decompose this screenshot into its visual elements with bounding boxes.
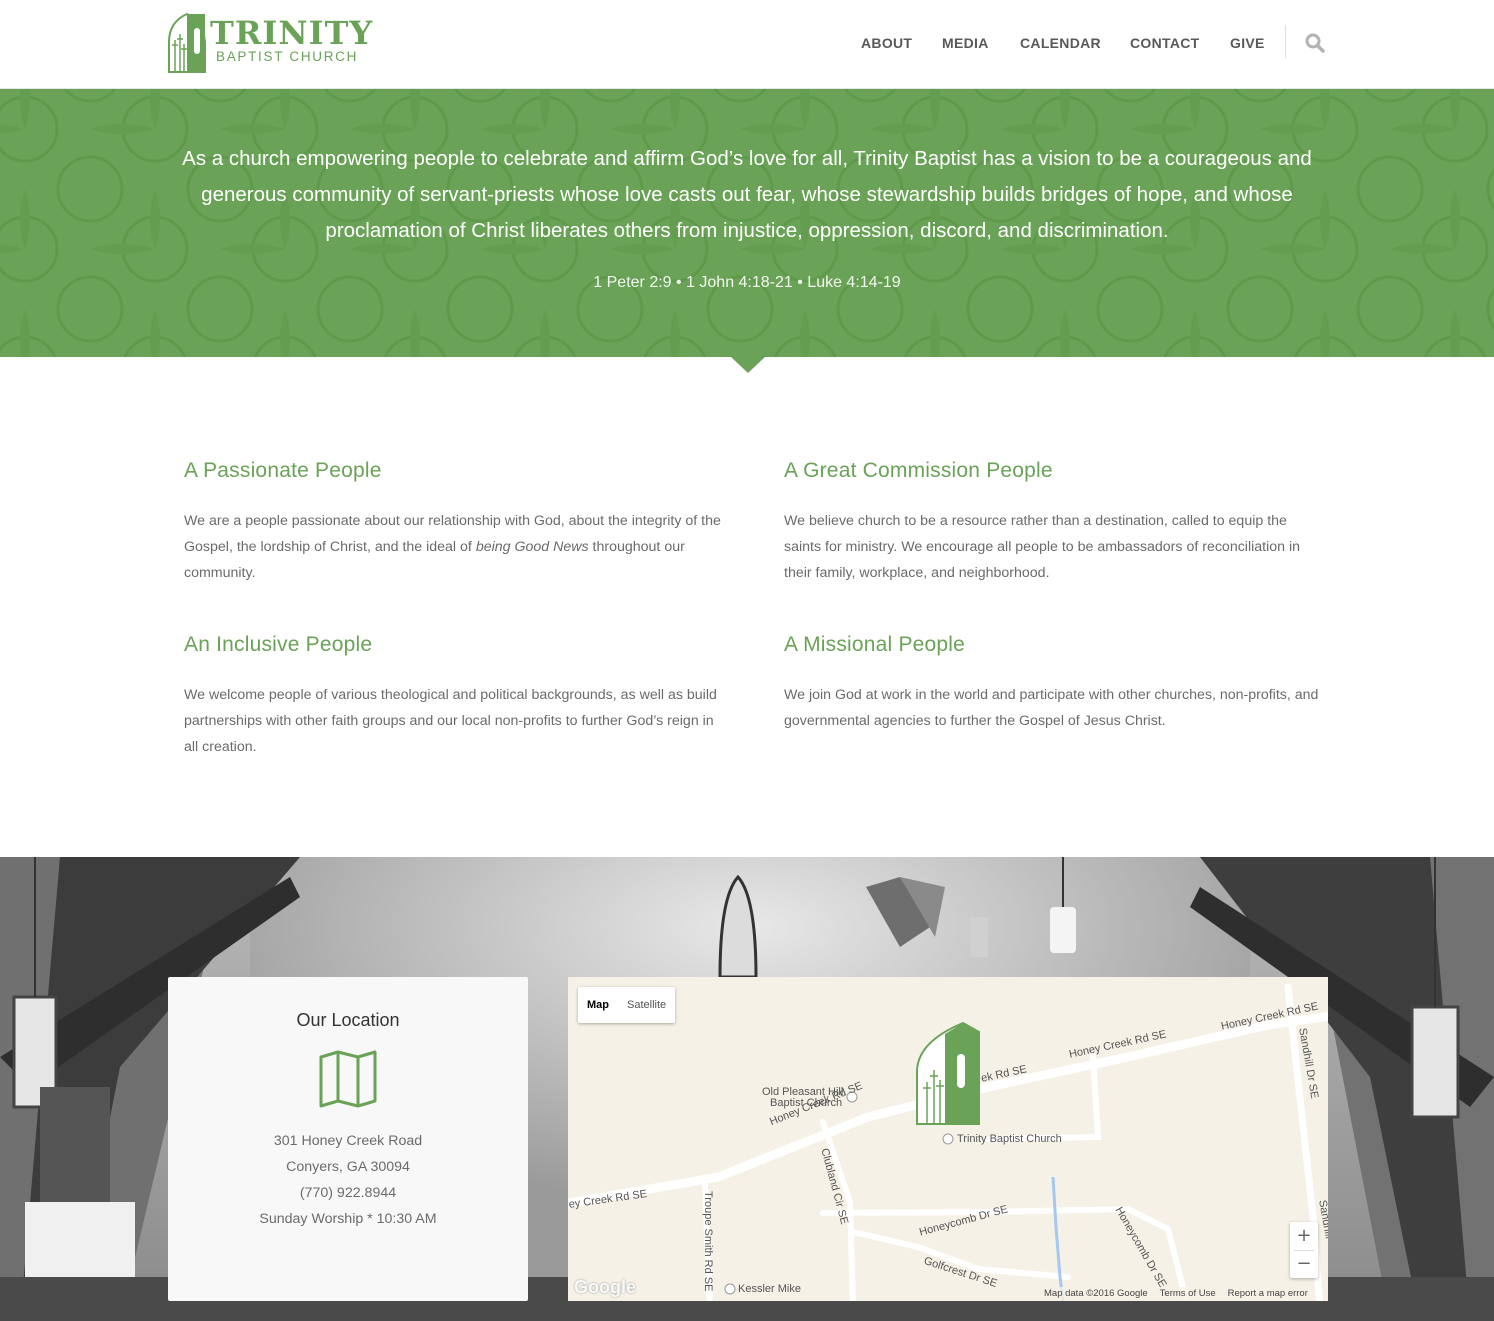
zoom-separator	[1294, 1250, 1314, 1251]
phone-number[interactable]: (770) 922.8944	[168, 1180, 528, 1206]
zoom-in-button[interactable]: +	[1290, 1222, 1318, 1250]
value-text: We welcome people of various theological…	[184, 687, 717, 755]
location-details: 301 Honey Creek Road Conyers, GA 30094 (…	[168, 1128, 528, 1232]
poi-trinity-baptist[interactable]: Trinity Baptist Church	[957, 1133, 1062, 1145]
vision-statement: As a church empowering people to celebra…	[182, 147, 1312, 242]
map-icon	[319, 1050, 377, 1108]
search-icon[interactable]	[1304, 32, 1326, 54]
google-map[interactable]: Map Satellite Old Pleasant Hill Baptist …	[568, 977, 1328, 1301]
nav-about[interactable]: ABOUT	[861, 34, 912, 52]
map-type-map-button[interactable]: Map	[578, 987, 618, 1023]
value-missional: A Missional People We join God at work i…	[784, 632, 1324, 734]
banner-pointer	[731, 357, 765, 373]
zoom-control: + −	[1290, 1222, 1318, 1278]
address-city: Conyers, GA 30094	[286, 1159, 410, 1175]
zoom-out-button[interactable]: −	[1290, 1250, 1318, 1278]
road-label: Troupe Smith Rd SE	[702, 1191, 714, 1292]
value-title: A Great Commission People	[784, 459, 1053, 482]
value-inclusive: An Inclusive People We welcome people of…	[184, 632, 724, 760]
report-map-error-link[interactable]: Report a map error	[1228, 1287, 1308, 1301]
value-text-emphasis: being Good News	[475, 539, 589, 555]
location-card: Our Location 301 Honey Creek Road Conyer…	[168, 977, 528, 1301]
nav-contact[interactable]: CONTACT	[1130, 34, 1200, 52]
address-street: 301 Honey Creek Road	[273, 1133, 423, 1149]
nav-give[interactable]: GIVE	[1230, 34, 1265, 52]
value-great-commission: A Great Commission People We believe chu…	[784, 458, 1324, 586]
site-header: TRINITY BAPTIST CHURCH ABOUT MEDIA CALEN…	[0, 0, 1494, 89]
location-title: Our Location	[296, 1010, 400, 1030]
map-type-satellite-button[interactable]: Satellite	[618, 987, 675, 1023]
main-nav: ABOUT MEDIA CALENDAR CONTACT GIVE	[0, 34, 1494, 52]
map-footer: Map data ©2016 Google Terms of Use Repor…	[1038, 1287, 1314, 1301]
map-data-attribution: Map data ©2016 Google	[1044, 1288, 1148, 1299]
nav-media[interactable]: MEDIA	[942, 34, 989, 52]
nav-divider	[1285, 25, 1286, 58]
value-title: A Missional People	[784, 633, 966, 656]
worship-time: Sunday Worship * 10:30 AM	[259, 1211, 437, 1227]
value-passionate: A Passionate People We are a people pass…	[184, 458, 724, 586]
vision-banner: As a church empowering people to celebra…	[0, 89, 1494, 357]
value-text: We believe church to be a resource rathe…	[784, 513, 1301, 581]
map-type-control: Map Satellite	[578, 987, 676, 1023]
terms-of-use-link[interactable]: Terms of Use	[1160, 1287, 1216, 1301]
value-title: A Passionate People	[184, 459, 382, 482]
value-title: An Inclusive People	[184, 633, 373, 656]
church-poi-icon	[942, 1133, 954, 1145]
google-logo[interactable]: Google	[574, 1277, 636, 1297]
poi-icon	[724, 1283, 736, 1295]
value-text: We join God at work in the world and par…	[784, 687, 1319, 729]
trinity-map-marker-icon[interactable]	[915, 1022, 981, 1126]
value-text: We are a people passionate about our rel…	[184, 508, 724, 586]
poi-kessler-mike[interactable]: Kessler Mike	[738, 1283, 801, 1295]
nav-calendar[interactable]: CALENDAR	[1020, 34, 1101, 52]
scripture-references: 1 Peter 2:9 • 1 John 4:18-21 • Luke 4:14…	[593, 274, 901, 291]
